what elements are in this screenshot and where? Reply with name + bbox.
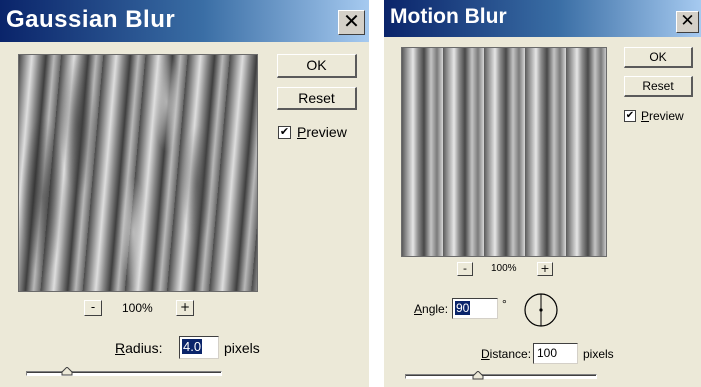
radius-input[interactable]: 4.0 — [179, 336, 219, 359]
checkmark-icon: ✔ — [279, 125, 290, 138]
preview-label: Preview — [641, 109, 684, 123]
distance-label-rest: istance: — [489, 347, 532, 361]
preview-checkbox[interactable]: ✔ — [278, 126, 291, 139]
close-button[interactable]: ✕ — [338, 10, 365, 35]
angle-dial-icon[interactable] — [523, 292, 559, 328]
angle-mnemonic: A — [414, 302, 423, 316]
zoom-level: 100% — [122, 301, 153, 315]
blur-preview-image[interactable] — [401, 47, 607, 257]
close-icon: ✕ — [343, 9, 360, 33]
preview-mnemonic: P — [641, 109, 650, 123]
gaussian-blur-dialog: Gaussian Blur ✕ OK Reset ✔ Preview - 100… — [0, 0, 369, 387]
zoom-in-button[interactable]: + — [537, 262, 553, 276]
distance-value: 100 — [537, 346, 558, 360]
motion-blur-dialog: Motion Blur ✕ OK Reset ✔ Preview - 100% … — [384, 0, 701, 387]
angle-label: Angle: — [414, 302, 448, 316]
zoom-level: 100% — [491, 263, 517, 274]
image-divider — [369, 0, 384, 387]
distance-mnemonic: D — [481, 347, 490, 361]
distance-unit-label: pixels — [583, 347, 614, 361]
close-button[interactable]: ✕ — [676, 11, 699, 33]
zoom-in-button[interactable]: + — [176, 300, 194, 316]
reset-button[interactable]: Reset — [277, 87, 357, 110]
distance-slider-track[interactable] — [405, 374, 597, 379]
preview-mnemonic: P — [297, 124, 307, 140]
preview-label: Preview — [297, 124, 347, 140]
checkmark-icon: ✔ — [625, 110, 635, 121]
radius-value: 4.0 — [182, 339, 203, 354]
ok-button[interactable]: OK — [624, 47, 693, 68]
preview-label-rest: review — [306, 124, 347, 140]
ok-button[interactable]: OK — [277, 54, 357, 78]
angle-input[interactable]: 90 — [452, 298, 498, 319]
title-bar[interactable]: Motion Blur ✕ — [384, 0, 701, 37]
radius-slider-track[interactable] — [26, 371, 222, 376]
distance-input[interactable]: 100 — [533, 343, 578, 364]
distance-label: Distance: — [481, 347, 531, 361]
dialog-title: Gaussian Blur — [6, 6, 176, 33]
slider-thumb-icon[interactable] — [472, 371, 484, 380]
title-bar[interactable]: Gaussian Blur ✕ — [0, 0, 369, 42]
preview-checkbox[interactable]: ✔ — [624, 110, 636, 122]
preview-label-rest: review — [649, 109, 684, 123]
slider-thumb-icon[interactable] — [61, 367, 73, 376]
zoom-out-button[interactable]: - — [457, 262, 473, 276]
reset-button[interactable]: Reset — [624, 76, 693, 97]
radius-mnemonic: R — [115, 340, 126, 356]
radius-label: Radius: — [115, 340, 162, 356]
radius-unit-label: pixels — [224, 340, 260, 356]
radius-label-rest: adius: — [125, 340, 163, 356]
blur-preview-image[interactable] — [18, 54, 258, 292]
zoom-out-button[interactable]: - — [84, 300, 102, 316]
dialog-title: Motion Blur — [390, 5, 507, 28]
angle-label-rest: ngle: — [422, 302, 449, 316]
degree-symbol: ° — [502, 297, 507, 311]
angle-value: 90 — [455, 301, 471, 315]
close-icon: ✕ — [680, 11, 695, 31]
